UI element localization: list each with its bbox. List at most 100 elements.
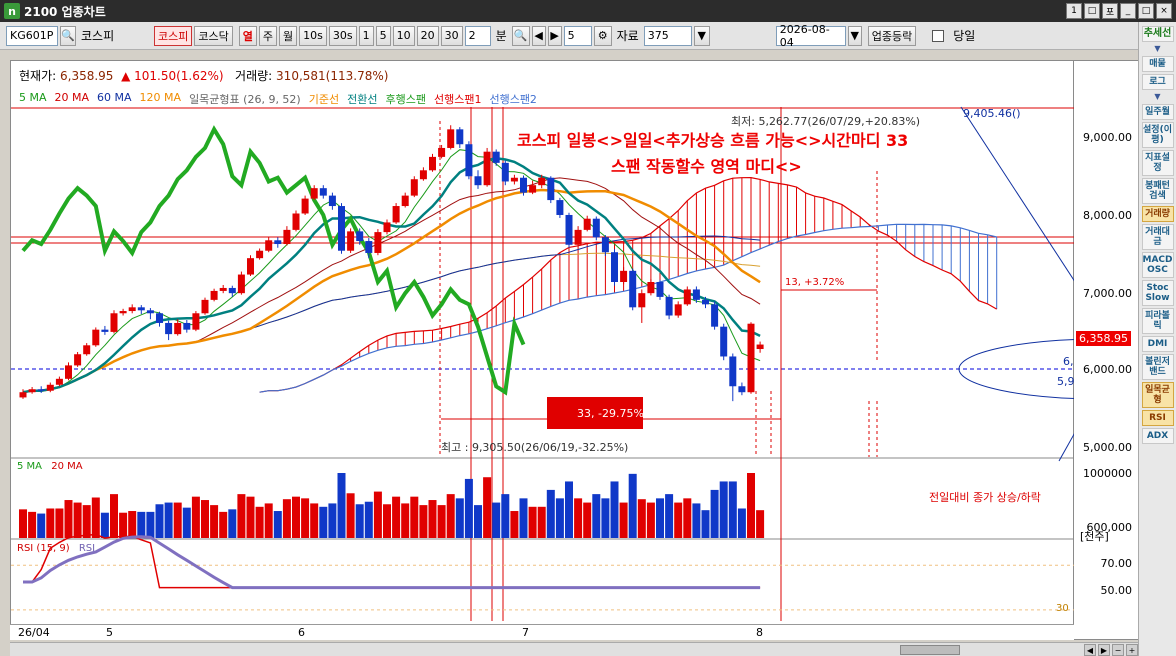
scroll-thumb[interactable]	[900, 645, 960, 655]
zoom-icon[interactable]: 🔍	[511, 25, 530, 46]
date-select[interactable]: 2026-08-04	[775, 23, 846, 49]
candle-body	[583, 218, 591, 230]
period-month-button[interactable]: 월	[279, 25, 298, 46]
volume-bar	[346, 493, 355, 538]
vol-legend-ma20[interactable]: 20 MA	[51, 461, 82, 472]
period-1min-button[interactable]: 1	[358, 25, 374, 46]
candle-body	[611, 252, 618, 282]
link-button[interactable]: □	[1084, 3, 1100, 19]
candle-body	[283, 229, 291, 245]
volume-bar	[55, 508, 64, 538]
prev-arrow-icon[interactable]: ◀	[531, 25, 546, 46]
zoom-out-icon[interactable]: −	[1112, 644, 1124, 656]
candle-body	[510, 177, 518, 182]
candle-body	[410, 179, 418, 196]
volume-bar	[373, 491, 382, 538]
candle-body	[247, 258, 254, 275]
volume-bar	[492, 502, 501, 538]
candle-body	[383, 222, 391, 233]
rsi-axis-label: 70.00	[1100, 557, 1133, 570]
rsi-level-label: 30	[1056, 603, 1069, 614]
sidebar-volume[interactable]: 거래량	[1141, 206, 1174, 222]
chevron-down-icon[interactable]: ▼	[1154, 92, 1160, 102]
chevron-down-icon[interactable]: ▼	[1154, 44, 1160, 54]
kosdaq-button[interactable]: 코스닥	[194, 25, 233, 46]
candle-body	[28, 389, 36, 393]
pin-button[interactable]: 포	[1102, 3, 1118, 19]
volume-bar	[592, 494, 601, 538]
chevron-down-icon[interactable]: ▼	[847, 25, 862, 46]
sidebar-log[interactable]: 로그	[1141, 74, 1174, 90]
low-marker: 최고 : 9,305.50(26/06/19,-32.25%)	[441, 441, 629, 454]
sidebar-ma-settings[interactable]: 설정(이평)	[1141, 122, 1174, 148]
period-30s-button[interactable]: 30s	[328, 25, 357, 46]
volume-bar	[519, 498, 528, 538]
candle-body	[647, 282, 655, 294]
next-arrow-icon[interactable]: ▶	[547, 25, 562, 46]
volume-bar	[182, 507, 191, 538]
box-label: 33, -29.75%	[577, 407, 644, 420]
candle-body	[165, 322, 173, 335]
period-10s-button[interactable]: 10s	[299, 25, 327, 46]
today-checkbox[interactable]	[932, 29, 945, 42]
search-icon[interactable]: 🔍	[60, 25, 76, 46]
step-input[interactable]: 5	[563, 25, 592, 46]
minimize-button[interactable]: _	[1120, 3, 1136, 19]
chart-panel[interactable]: 현재가: 6,358.95 ▲ 101.50(1.62%) 거래량: 310,5…	[10, 60, 1085, 640]
rsi-line	[23, 533, 761, 589]
volume-bar	[355, 504, 364, 538]
sector-rank-button[interactable]: 업종등락	[867, 25, 917, 46]
price-axis[interactable]: 9,000.00 8,000.00 7,000.00 6,000.00 5,00…	[1074, 60, 1138, 640]
zoom-in-icon[interactable]: +	[1126, 644, 1138, 656]
maximize-button[interactable]: □	[1138, 3, 1154, 19]
volume-bar	[728, 481, 737, 538]
sidebar-ichimoku[interactable]: 일목균형	[1141, 382, 1174, 408]
period-20min-button[interactable]: 20	[416, 25, 439, 46]
screen-number-button[interactable]: 1	[1066, 3, 1082, 19]
candle-body	[265, 240, 273, 251]
sidebar-pattern-search[interactable]: 봉패턴검색	[1141, 178, 1174, 204]
candle-body	[128, 307, 136, 312]
kospi-button[interactable]: 코스피	[154, 25, 193, 46]
sidebar-stochastic[interactable]: Stoc Slow	[1141, 280, 1174, 306]
period-30min-button[interactable]: 30	[440, 25, 463, 46]
period-day-button[interactable]: 열	[238, 25, 257, 46]
chevron-down-icon[interactable]: ▼	[693, 25, 710, 46]
sidebar-indicator-settings[interactable]: 지표설정	[1141, 150, 1174, 176]
interval-input[interactable]: 2	[464, 25, 491, 46]
period-5min-button[interactable]: 5	[375, 25, 391, 46]
sidebar-trendline[interactable]: 추세선	[1141, 26, 1174, 42]
sidebar-supply[interactable]: 매물	[1141, 56, 1174, 72]
sidebar-macd[interactable]: MACD OSC	[1141, 252, 1174, 278]
volume-bar	[73, 502, 82, 538]
vol-legend-ma5[interactable]: 5 MA	[17, 461, 42, 472]
window-title: 2100 업종차트	[24, 4, 106, 19]
interval-unit: 분	[495, 29, 507, 43]
sidebar-adx[interactable]: ADX	[1141, 428, 1174, 444]
code-input[interactable]: KG601P	[6, 25, 58, 46]
volume-bar	[737, 508, 746, 538]
candle-body	[210, 290, 218, 300]
sidebar-amount[interactable]: 거래대금	[1141, 224, 1174, 250]
period-10min-button[interactable]: 10	[392, 25, 415, 46]
sidebar-rsi[interactable]: RSI	[1141, 410, 1174, 426]
horizontal-scrollbar[interactable]: ◀ ▶ − +	[10, 642, 1138, 656]
rsi-legend-main[interactable]: RSI (15, 9)	[17, 543, 70, 554]
scroll-right-icon[interactable]: ▶	[1098, 644, 1110, 656]
close-button[interactable]: ×	[1156, 3, 1172, 19]
candle-body	[565, 214, 573, 245]
sidebar-dmi[interactable]: DMI	[1141, 336, 1174, 352]
settings-icon[interactable]: ⚙	[593, 25, 612, 46]
candle-body	[756, 344, 764, 350]
sidebar-period[interactable]: 일주월	[1141, 104, 1174, 120]
data-count-select[interactable]: 375	[643, 25, 692, 46]
volume-bar	[637, 499, 646, 538]
volume-bar	[410, 496, 419, 538]
scroll-left-icon[interactable]: ◀	[1084, 644, 1096, 656]
sidebar-parabolic[interactable]: 피라볼릭	[1141, 308, 1174, 334]
rsi-legend-signal[interactable]: RSI	[79, 543, 95, 554]
title-bar: n 2100 업종차트 1 □ 포 _ □ ×	[0, 0, 1176, 22]
period-week-button[interactable]: 주	[258, 25, 277, 46]
leading-span1-line	[259, 176, 997, 393]
sidebar-bollinger[interactable]: 볼린저밴드	[1141, 354, 1174, 380]
